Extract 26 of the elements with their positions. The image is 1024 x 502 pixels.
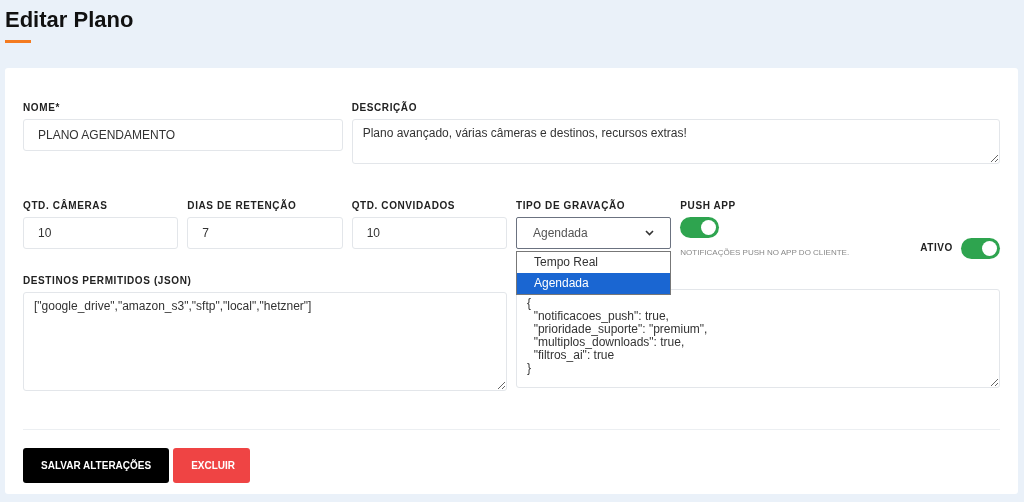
dropdown-option[interactable]: Tempo Real [517,252,671,273]
page-title: Editar Plano [5,6,135,34]
delete-button[interactable]: EXCLUIR [173,448,251,483]
save-button[interactable]: SALVAR ALTERAÇÕES [23,448,170,483]
field-label: QTD. CÂMERAS [23,198,109,213]
toggle-switch[interactable] [680,217,720,238]
toggle-switch[interactable] [961,238,1000,259]
hint-text: NOTIFICAÇÕES PUSH NO APP DO CLIENTE. [680,247,850,259]
dropdown-option[interactable]: Agendada [517,273,671,294]
input-field[interactable]: 7 [187,217,343,249]
text-area[interactable]: ["google_drive","amazon_s3","sftp","local","hetzner"] [23,292,507,391]
input-field[interactable]: 10 [351,217,507,249]
field-label: ATIVO [920,241,953,255]
select-field[interactable]: Agendada [516,217,672,249]
field-label: DESCRIÇÃO [351,100,419,115]
input-field[interactable]: PLANO AGENDAMENTO [23,119,343,151]
field-label: PUSH APP [680,199,737,213]
field-label: NOME* [23,101,61,115]
field-label: TIPO DE GRAVAÇÃO [516,198,627,213]
field-label: QTD. CONVIDADOS [351,199,457,213]
field-label: DIAS DE RETENÇÃO [187,198,298,213]
field-label: DESTINOS PERMITIDOS (JSON) [23,274,193,288]
input-field[interactable]: 10 [23,217,179,249]
text-area[interactable]: Plano avançado, várias câmeras e destinos, recursos extras! [351,119,1000,164]
text-area[interactable]: { "notificacoes_push": true, "prioridade_suporte": "premium", "multiplos_downloads": true, "filtros_ai": true } [516,289,1000,388]
chevron-down-icon [645,230,655,236]
